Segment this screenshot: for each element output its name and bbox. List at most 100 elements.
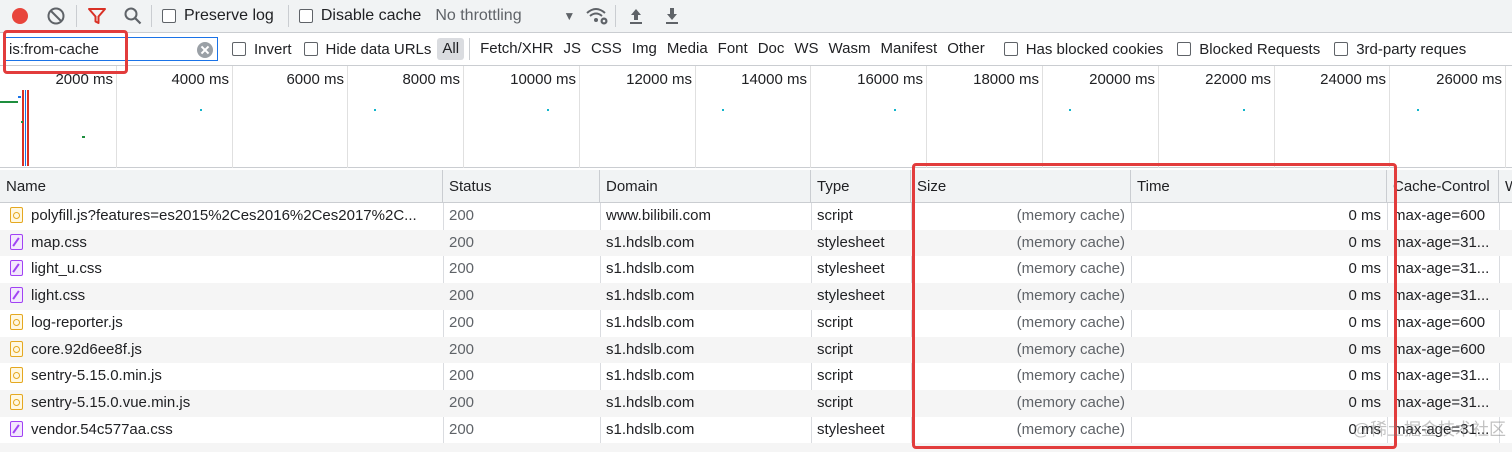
type-cell: stylesheet [817, 287, 885, 305]
column-header-time[interactable]: Time [1131, 170, 1387, 203]
request-name-cell[interactable]: log-reporter.js [4, 310, 443, 337]
third-party-requests-checkbox[interactable]: 3rd-party reques [1334, 41, 1466, 58]
cache-control-cell: max-age=600 [1393, 207, 1486, 224]
filter-input[interactable] [5, 40, 185, 58]
request-name-cell[interactable]: light.css [4, 283, 443, 310]
type-filter-manifest[interactable]: Manifest [876, 38, 943, 60]
throttling-select[interactable]: No throttling [435, 7, 555, 25]
checkbox-box[interactable] [298, 9, 313, 23]
table-row[interactable]: sentry-5.15.0.min.js 200 s1.hdslb.com sc… [0, 363, 1512, 390]
checkbox-box[interactable] [232, 42, 246, 56]
status-cell: 200 [449, 420, 475, 438]
type-filter-other[interactable]: Other [942, 38, 990, 60]
clear-filter-icon[interactable] [197, 42, 213, 58]
chevron-down-icon[interactable]: ▼ [563, 9, 575, 23]
checkbox-box[interactable] [1003, 42, 1018, 56]
stylesheet-file-icon [10, 233, 23, 250]
column-header-cache-control[interactable]: Cache-Control [1387, 170, 1499, 203]
request-bar [18, 96, 21, 98]
checkbox-box[interactable] [162, 9, 176, 23]
table-row[interactable]: map.css 200 s1.hdslb.com stylesheet (mem… [0, 229, 1512, 257]
search-button[interactable] [119, 2, 147, 30]
export-har-button[interactable] [658, 2, 686, 30]
filter-input-container [4, 37, 218, 61]
filter-bar: Invert Hide data URLs All Fetch/XHR JS C… [0, 33, 1512, 66]
time-cell: 0 ms [1348, 420, 1381, 438]
size-cell: (memory cache) [1016, 340, 1125, 358]
clear-icon [47, 7, 65, 25]
filter-toggle-button[interactable] [83, 2, 111, 30]
invert-label: Invert [254, 40, 292, 58]
record-button[interactable] [6, 2, 34, 30]
request-name-cell[interactable]: map.css [4, 230, 443, 257]
request-name: core.92d6ee8f.js [31, 340, 142, 358]
status-cell: 200 [449, 340, 475, 358]
import-har-button[interactable] [622, 2, 650, 30]
cache-control-cell: max-age=600 [1393, 313, 1486, 331]
request-name-cell[interactable]: light_u.css [4, 256, 443, 283]
preserve-log-checkbox[interactable]: Preserve log [162, 7, 274, 25]
cache-control-cell: max-age=31... [1393, 393, 1490, 411]
table-row[interactable]: log-reporter.js 200 s1.hdslb.com script … [0, 310, 1512, 337]
script-file-icon [10, 207, 23, 224]
resource-type-filters: All Fetch/XHR JS CSS Img Media Font Doc … [437, 38, 989, 60]
request-bar [82, 136, 85, 138]
checkbox-box[interactable] [1177, 42, 1192, 56]
table-row[interactable] [0, 443, 1512, 452]
clear-button[interactable] [42, 2, 70, 30]
column-header-name[interactable]: Name [0, 170, 443, 203]
toolbar-separator [151, 5, 152, 27]
request-name-cell[interactable]: polyfill.js?features=es2015%2Ces2016%2Ce… [4, 203, 443, 230]
disable-cache-checkbox[interactable]: Disable cache [298, 7, 421, 25]
time-cell: 0 ms [1348, 393, 1381, 411]
column-header-size[interactable]: Size [911, 170, 1131, 203]
invert-checkbox[interactable]: Invert [232, 41, 292, 58]
request-name: light.css [31, 287, 86, 305]
column-header-type[interactable]: Type [811, 170, 911, 203]
domain-cell: s1.hdslb.com [606, 260, 695, 278]
request-bar [1069, 109, 1071, 111]
blocked-requests-checkbox[interactable]: Blocked Requests [1177, 41, 1320, 58]
table-row[interactable]: light.css 200 s1.hdslb.com stylesheet (m… [0, 283, 1512, 310]
size-cell: (memory cache) [1016, 420, 1125, 438]
checkbox-box[interactable] [303, 42, 318, 56]
table-row[interactable]: core.92d6ee8f.js 200 s1.hdslb.com script… [0, 336, 1512, 364]
type-filter-media[interactable]: Media [662, 38, 713, 60]
request-bar [1243, 109, 1245, 111]
network-overview-timeline[interactable]: 2000 ms 4000 ms 6000 ms 8000 ms 10000 ms… [0, 66, 1512, 168]
checkbox-box[interactable] [1334, 42, 1349, 56]
network-conditions-button[interactable] [583, 2, 611, 30]
type-filter-ws[interactable]: WS [789, 38, 823, 60]
hide-data-urls-checkbox[interactable]: Hide data URLs [303, 41, 431, 58]
column-header-waterfall[interactable]: W [1499, 170, 1512, 203]
type-filter-font[interactable]: Font [713, 38, 753, 60]
request-name-cell[interactable]: vendor.54c577aa.css [4, 417, 443, 444]
third-party-requests-label: 3rd-party reques [1356, 40, 1467, 58]
search-icon [124, 7, 142, 25]
upload-icon [630, 9, 643, 24]
column-header-domain[interactable]: Domain [600, 170, 811, 203]
column-header-status[interactable]: Status [443, 170, 600, 203]
type-cell: script [817, 207, 853, 224]
type-filter-css[interactable]: CSS [586, 38, 627, 60]
type-filter-img[interactable]: Img [627, 38, 662, 60]
type-cell: stylesheet [817, 233, 885, 251]
type-filter-doc[interactable]: Doc [753, 38, 790, 60]
type-filter-all[interactable]: All [437, 38, 465, 60]
size-cell: (memory cache) [1016, 313, 1125, 331]
request-name-cell[interactable]: sentry-5.15.0.vue.min.js [4, 390, 443, 417]
filter-icon [88, 8, 106, 24]
request-name: sentry-5.15.0.min.js [31, 367, 162, 385]
has-blocked-cookies-checkbox[interactable]: Has blocked cookies [1003, 41, 1163, 58]
request-name-cell[interactable]: core.92d6ee8f.js [4, 337, 443, 364]
type-filter-js[interactable]: JS [558, 38, 586, 60]
table-row[interactable]: light_u.css 200 s1.hdslb.com stylesheet … [0, 256, 1512, 283]
cache-control-cell: max-age=31... [1393, 287, 1490, 305]
request-name-cell[interactable]: sentry-5.15.0.min.js [4, 363, 443, 390]
type-filter-fetch-xhr[interactable]: Fetch/XHR [475, 38, 558, 60]
table-row[interactable]: vendor.54c577aa.css 200 s1.hdslb.com sty… [0, 417, 1512, 444]
type-filter-wasm[interactable]: Wasm [824, 38, 876, 60]
type-cell: stylesheet [817, 260, 885, 278]
table-row[interactable]: polyfill.js?features=es2015%2Ces2016%2Ce… [0, 203, 1512, 230]
table-row[interactable]: sentry-5.15.0.vue.min.js 200 s1.hdslb.co… [0, 389, 1512, 417]
